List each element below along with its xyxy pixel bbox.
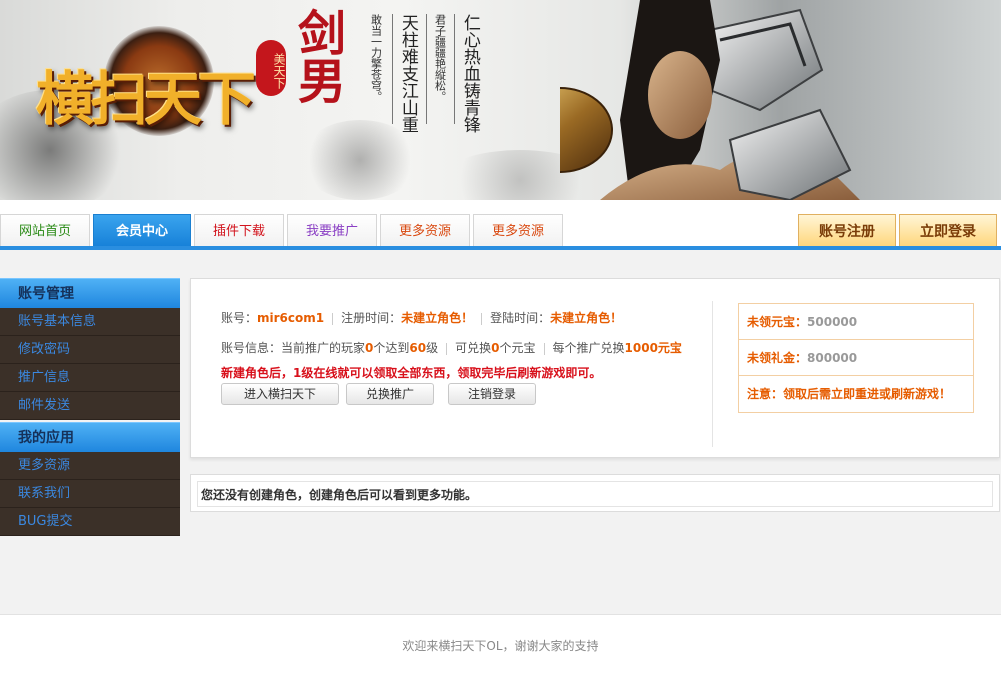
exchange-suffix: 个元宝: [499, 341, 536, 355]
sidebar-item-bug-report[interactable]: BUG提交: [0, 508, 180, 536]
login-time-label: 登陆时间：: [490, 311, 551, 325]
tab-plugin-download[interactable]: 插件下载: [194, 214, 284, 247]
account-info-row: 账号信息：当前推广的玩家0个达到60级 可兑换0个元宝 每个推广兑换1000元宝: [221, 339, 682, 356]
unclaimed-yuanbao-label: 未领元宝：: [747, 315, 808, 329]
banner: 横扫天下 美天下 剑男 敢当一力擎苍穹。 天柱难支江山重 君子疆疆艳縦松。 仁心…: [0, 0, 1001, 200]
nav-underline: [0, 246, 1001, 250]
account-row: 账号：mir6com1 注册时间：未建立角色！ 登陆时间：未建立角色！: [221, 309, 622, 326]
info-level-suffix: 级: [426, 341, 439, 355]
divider: [454, 14, 455, 124]
register-time-label: 注册时间：: [341, 311, 402, 325]
unclaimed-yuanbao-row: 未领元宝：500000: [739, 304, 973, 340]
account-label: 账号：: [221, 311, 258, 325]
new-role-notice: 新建角色后，1级在线就可以领取全部东西，领取完毕后刷新游戏即可。: [221, 366, 602, 380]
divider: [426, 14, 427, 124]
footer: 欢迎来横扫天下OL，谢谢大家的支持: [0, 614, 1001, 681]
unclaimed-gold-row: 未领礼金：800000: [739, 340, 973, 376]
no-role-message: 您还没有创建角色，创建角色后可以看到更多功能。: [197, 481, 993, 507]
unclaimed-gold-label: 未领礼金：: [747, 351, 808, 365]
sidebar-item-contact[interactable]: 联系我们: [0, 480, 180, 508]
logout-button[interactable]: 注销登录: [448, 383, 536, 405]
calligraphy-title: 剑男: [289, 8, 345, 104]
main-nav: 网站首页 会员中心 插件下载 我要推广 更多资源 更多资源 账号注册 立即登录: [0, 200, 1001, 250]
sidebar: 账号管理 账号基本信息 修改密码 推广信息 邮件发送 我的应用 更多资源 联系我…: [0, 278, 180, 536]
rewards-note: 注意：领取后需立即重进或刷新游戏！: [747, 387, 952, 401]
account-panel: 账号：mir6com1 注册时间：未建立角色！ 登陆时间：未建立角色！ 账号信息：当…: [190, 278, 1000, 458]
per-promo-label: 每个推广兑换: [552, 341, 625, 355]
sidebar-item-send-mail[interactable]: 邮件发送: [0, 392, 180, 420]
unclaimed-yuanbao-value: 500000: [807, 315, 858, 329]
sidebar-item-account-info[interactable]: 账号基本信息: [0, 308, 180, 336]
sidebar-item-promo-info[interactable]: 推广信息: [0, 364, 180, 392]
separator: [332, 312, 334, 325]
tab-more-resources[interactable]: 更多资源: [380, 214, 470, 247]
rewards-box: 未领元宝：500000 未领礼金：800000 注意：领取后需立即重进或刷新游戏…: [738, 303, 974, 413]
poem-line: 仁心热血铸青锋: [459, 14, 480, 133]
poem-line: 天柱难支江山重: [397, 14, 418, 133]
login-button[interactable]: 立即登录: [899, 214, 997, 247]
unclaimed-gold-value: 800000: [807, 351, 858, 365]
message-box: 您还没有创建角色，创建角色后可以看到更多功能。: [190, 474, 1000, 512]
target-level: 60: [409, 341, 427, 355]
tab-member-center[interactable]: 会员中心: [93, 214, 191, 247]
per-promo-value: 1000元宝: [624, 341, 682, 355]
tab-home[interactable]: 网站首页: [0, 214, 90, 247]
sidebar-item-change-password[interactable]: 修改密码: [0, 336, 180, 364]
tab-more-resources-2[interactable]: 更多资源: [473, 214, 563, 247]
sidebar-section-apps: 我的应用: [0, 422, 180, 452]
separator: [543, 342, 545, 355]
logo-seal: 美天下: [256, 40, 286, 96]
poem-line: 君子疆疆艳縦松。: [433, 14, 447, 102]
separator: [446, 342, 448, 355]
register-time-value: 未建立角色！: [401, 311, 474, 325]
separator: [481, 312, 483, 325]
sidebar-section-account: 账号管理: [0, 278, 180, 308]
warrior-illustration: [560, 0, 860, 200]
game-logo: 横扫天下: [36, 65, 256, 133]
login-time-value: 未建立角色！: [550, 311, 623, 325]
register-button[interactable]: 账号注册: [798, 214, 896, 247]
account-value: mir6com1: [257, 311, 325, 325]
poem-line: 敢当一力擎苍穹。: [369, 14, 383, 102]
tab-promote[interactable]: 我要推广: [287, 214, 377, 247]
sidebar-item-more-resources[interactable]: 更多资源: [0, 452, 180, 480]
enter-game-button[interactable]: 进入横扫天下: [221, 383, 339, 405]
divider: [392, 14, 393, 124]
info-label: 账号信息：当前推广的玩家: [221, 341, 366, 355]
info-mid: 个达到: [373, 341, 410, 355]
redeem-promo-button[interactable]: 兑换推广: [346, 383, 434, 405]
exchange-label: 可兑换: [455, 341, 492, 355]
panel-divider: [712, 301, 713, 447]
